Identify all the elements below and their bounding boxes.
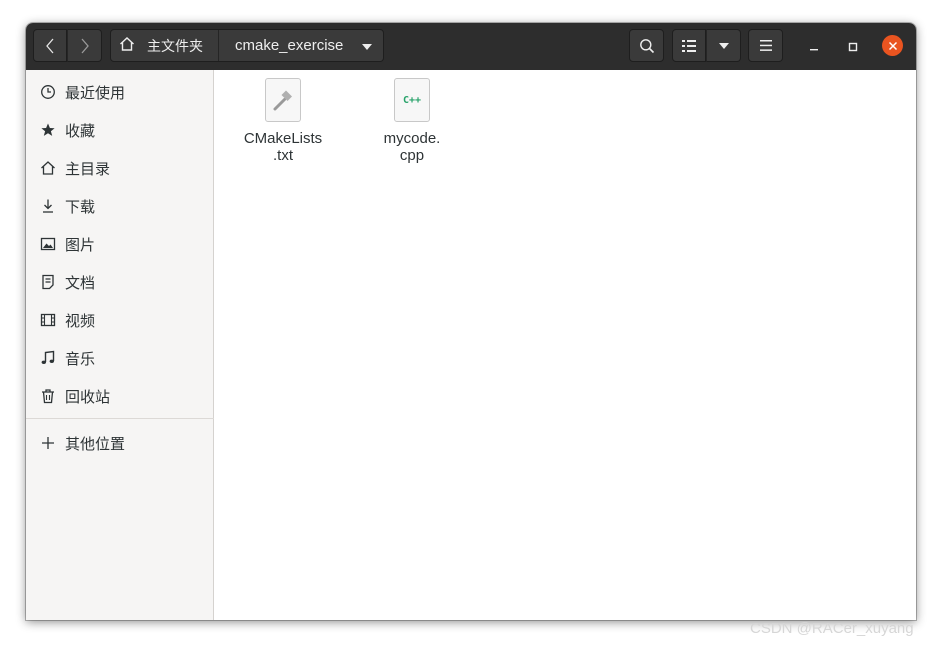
list-view-button[interactable] [672, 29, 706, 62]
cpp-file-icon: C++ [394, 78, 430, 122]
sidebar-item-other-locations[interactable]: 其他位置 [26, 424, 214, 462]
path-current-button[interactable]: cmake_exercise [219, 30, 383, 61]
close-button[interactable] [882, 35, 903, 56]
film-icon [40, 312, 56, 328]
sidebar-separator [26, 418, 214, 419]
caret-down-icon [718, 42, 729, 49]
sidebar-item-label: 文档 [65, 273, 96, 292]
music-icon [40, 350, 56, 366]
sidebar-item-label: 主目录 [65, 159, 111, 178]
list-view-icon [682, 39, 696, 52]
sidebar-item-trash[interactable]: 回收站 [26, 377, 214, 415]
trash-icon [40, 388, 56, 404]
sidebar-item-pictures[interactable]: 图片 [26, 225, 214, 263]
sidebar-item-label: 音乐 [65, 349, 96, 368]
sidebar-item-starred[interactable]: 收藏 [26, 111, 214, 149]
file-name-line1: mycode. [383, 130, 441, 147]
chevron-left-icon [45, 38, 55, 54]
file-name-line2: .txt [272, 147, 293, 164]
path-home-label: 主文件夹 [147, 38, 203, 55]
image-icon [40, 236, 56, 252]
sidebar-item-documents[interactable]: 文档 [26, 263, 214, 301]
path-home-button[interactable]: 主文件夹 [111, 30, 219, 61]
hamburger-menu-icon [759, 40, 772, 51]
sidebar-item-label: 最近使用 [65, 83, 126, 102]
sidebar-item-home[interactable]: 主目录 [26, 149, 214, 187]
path-bar: 主文件夹 cmake_exercise [110, 29, 384, 62]
cmake-file-icon [265, 78, 301, 122]
back-button[interactable] [33, 29, 67, 62]
sidebar-item-label: 回收站 [65, 387, 111, 406]
document-icon [40, 274, 56, 290]
close-icon [888, 36, 898, 55]
file-manager-window: 主文件夹 cmake_exercise 最近使用 收藏 主目录 下载 图片 文档… [26, 23, 916, 620]
clock-icon [40, 84, 56, 100]
sidebar-item-label: 视频 [65, 311, 96, 330]
sidebar-item-videos[interactable]: 视频 [26, 301, 214, 339]
chevron-right-icon [80, 38, 90, 54]
file-name-line1: CMakeLists [243, 130, 323, 147]
forward-button[interactable] [67, 29, 102, 62]
download-icon [40, 198, 56, 214]
minimize-button[interactable] [804, 36, 824, 56]
path-current-label: cmake_exercise [235, 37, 344, 54]
plus-icon [40, 435, 56, 451]
watermark: CSDN @RACer_xuyang [750, 620, 914, 637]
star-icon [40, 122, 56, 138]
sidebar-item-label: 其他位置 [65, 434, 126, 453]
menu-button[interactable] [748, 29, 783, 62]
search-icon [639, 38, 655, 54]
cpp-icon-text: C++ [402, 94, 422, 106]
maximize-icon [848, 37, 858, 56]
home-icon [119, 36, 135, 56]
sidebar-item-label: 收藏 [65, 121, 96, 140]
file-view: CMakeLists .txt C++ mycode. cpp [214, 70, 916, 620]
sidebar: 最近使用 收藏 主目录 下载 图片 文档 视频 音乐 回收站 其他位置 [26, 70, 214, 620]
headerbar: 主文件夹 cmake_exercise [26, 23, 916, 70]
caret-down-icon [362, 37, 372, 54]
sidebar-item-label: 图片 [65, 235, 96, 254]
sidebar-item-label: 下载 [65, 197, 96, 216]
file-name-line2: cpp [399, 147, 425, 164]
search-button[interactable] [629, 29, 664, 62]
file-item[interactable]: CMakeLists .txt [238, 78, 328, 164]
view-options-button[interactable] [706, 29, 741, 62]
sidebar-item-downloads[interactable]: 下载 [26, 187, 214, 225]
sidebar-item-recent[interactable]: 最近使用 [26, 73, 214, 111]
home-icon [40, 160, 56, 176]
file-item[interactable]: C++ mycode. cpp [367, 78, 457, 164]
minimize-icon [809, 37, 819, 56]
sidebar-item-music[interactable]: 音乐 [26, 339, 214, 377]
maximize-button[interactable] [843, 36, 863, 56]
